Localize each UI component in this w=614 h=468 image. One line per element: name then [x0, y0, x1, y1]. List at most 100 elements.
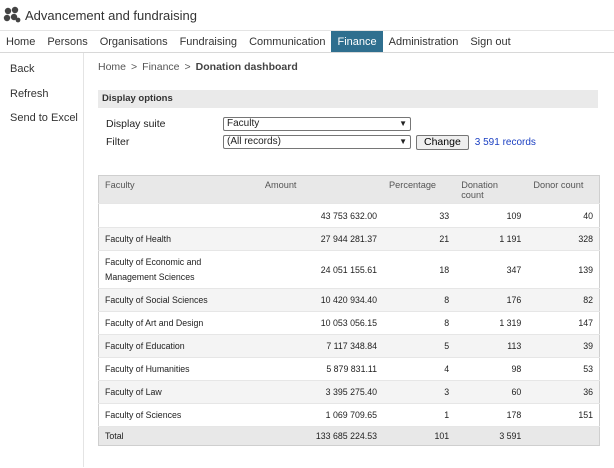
cell-amount: 43 753 632.00 — [258, 203, 384, 228]
cell-faculty: Faculty of Social Sciences — [98, 288, 259, 312]
cell-donor-count: 39 — [527, 334, 600, 358]
filter-select[interactable]: (All records) ▼ — [223, 135, 411, 149]
table-total-row: Total 133 685 224.53 101 3 591 — [98, 426, 600, 446]
cell-donation-count: 109 — [455, 203, 528, 228]
change-button[interactable]: Change — [416, 134, 469, 150]
cell-donor-count: 151 — [527, 403, 600, 427]
total-donor-count — [527, 426, 600, 446]
filter-label: Filter — [106, 136, 130, 148]
total-donation-count: 3 591 — [455, 426, 528, 446]
breadcrumb-current: Donation dashboard — [195, 61, 298, 73]
cell-percentage: 18 — [383, 250, 456, 289]
cell-faculty: Faculty of Humanities — [98, 357, 259, 381]
menu-communication[interactable]: Communication — [243, 31, 331, 52]
col-faculty[interactable]: Faculty — [98, 175, 259, 204]
back-link[interactable]: Back — [0, 61, 83, 86]
cell-donation-count: 98 — [455, 357, 528, 381]
cell-amount: 3 395 275.40 — [258, 380, 384, 404]
cell-faculty: Faculty of Law — [98, 380, 259, 404]
left-nav: Back Refresh Send to Excel — [0, 53, 84, 467]
cell-percentage: 8 — [383, 288, 456, 312]
main-menu: Home Persons Organisations Fundraising C… — [0, 31, 614, 53]
cell-faculty: Faculty of Health — [98, 227, 259, 251]
menu-home[interactable]: Home — [0, 31, 41, 52]
display-suite-value: Faculty — [227, 118, 260, 129]
breadcrumb-separator: > — [184, 61, 191, 73]
cell-amount: 24 051 155.61 — [258, 250, 384, 289]
menu-organisations[interactable]: Organisations — [94, 31, 174, 52]
table-row: Faculty of Social Sciences 10 420 934.40… — [98, 288, 600, 312]
cell-donor-count: 82 — [527, 288, 600, 312]
col-donor-count[interactable]: Donor count — [527, 175, 600, 204]
table-header-row: Faculty Amount Percentage Donation count… — [98, 175, 600, 204]
table-row: Faculty of Law 3 395 275.40 3 60 36 — [98, 380, 600, 404]
table-row: Faculty of Humanities 5 879 831.11 4 98 … — [98, 357, 600, 381]
cell-donor-count: 139 — [527, 250, 600, 289]
cell-amount: 1 069 709.65 — [258, 403, 384, 427]
col-donation-count[interactable]: Donation count — [455, 175, 528, 204]
cell-amount: 5 879 831.11 — [258, 357, 384, 381]
cell-percentage: 33 — [383, 203, 456, 228]
cell-donor-count: 53 — [527, 357, 600, 381]
cell-donation-count: 1 191 — [455, 227, 528, 251]
cell-donation-count: 60 — [455, 380, 528, 404]
send-to-excel-link[interactable]: Send to Excel — [0, 110, 83, 135]
main-content: Home > Finance > Donation dashboard Display … — [84, 53, 614, 467]
cell-donation-count: 176 — [455, 288, 528, 312]
cell-donation-count: 1 319 — [455, 311, 528, 335]
cell-percentage: 1 — [383, 403, 456, 427]
filter-row: Filter (All records) ▼ Change 3 591 reco… — [106, 134, 606, 150]
table-row: Faculty of Economic and Management Scien… — [98, 250, 600, 289]
display-suite-row: Display suite Faculty ▼ — [106, 116, 606, 132]
table-row: Faculty of Health 27 944 281.37 21 1 191… — [98, 227, 600, 251]
cell-donor-count: 36 — [527, 380, 600, 404]
cell-donor-count: 147 — [527, 311, 600, 335]
filter-value: (All records) — [227, 136, 281, 147]
total-amount: 133 685 224.53 — [258, 426, 384, 446]
table-row: Faculty of Sciences 1 069 709.65 1 178 1… — [98, 403, 600, 427]
chevron-down-icon: ▼ — [399, 137, 407, 146]
breadcrumb-home[interactable]: Home — [98, 61, 126, 73]
cell-percentage: 4 — [383, 357, 456, 381]
table-row: 43 753 632.00 33 109 40 — [98, 203, 600, 228]
app-title: Advancement and fundraising — [25, 7, 198, 23]
cell-percentage: 8 — [383, 311, 456, 335]
cell-donation-count: 347 — [455, 250, 528, 289]
breadcrumb: Home > Finance > Donation dashboard — [98, 61, 614, 77]
display-suite-select[interactable]: Faculty ▼ — [223, 117, 411, 131]
breadcrumb-finance[interactable]: Finance — [142, 61, 179, 73]
cell-amount: 27 944 281.37 — [258, 227, 384, 251]
title-bar: Advancement and fundraising — [0, 0, 614, 31]
menu-fundraising[interactable]: Fundraising — [174, 31, 243, 52]
cell-donor-count: 328 — [527, 227, 600, 251]
donation-table: Faculty Amount Percentage Donation count… — [98, 175, 600, 446]
table-row: Faculty of Education 7 117 348.84 5 113 … — [98, 334, 600, 358]
cell-donor-count: 40 — [527, 203, 600, 228]
chevron-down-icon: ▼ — [399, 119, 407, 128]
total-label: Total — [98, 426, 259, 446]
menu-administration[interactable]: Administration — [383, 31, 465, 52]
total-percentage: 101 — [383, 426, 456, 446]
cell-percentage: 5 — [383, 334, 456, 358]
menu-sign-out[interactable]: Sign out — [464, 31, 516, 52]
cell-donation-count: 113 — [455, 334, 528, 358]
display-options-header: Display options — [98, 90, 598, 108]
cell-faculty — [98, 203, 259, 228]
display-suite-label: Display suite — [106, 118, 166, 130]
cell-amount: 7 117 348.84 — [258, 334, 384, 358]
cell-faculty: Faculty of Education — [98, 334, 259, 358]
menu-finance[interactable]: Finance — [331, 31, 383, 52]
cell-faculty: Faculty of Sciences — [98, 403, 259, 427]
table-row: Faculty of Art and Design 10 053 056.15 … — [98, 311, 600, 335]
col-percentage[interactable]: Percentage — [383, 175, 456, 204]
menu-persons[interactable]: Persons — [41, 31, 93, 52]
cell-percentage: 21 — [383, 227, 456, 251]
app-logo-icon — [3, 6, 21, 23]
cell-faculty: Faculty of Economic and Management Scien… — [98, 250, 259, 289]
col-amount[interactable]: Amount — [258, 175, 384, 204]
cell-percentage: 3 — [383, 380, 456, 404]
refresh-link[interactable]: Refresh — [0, 86, 83, 111]
records-count-link[interactable]: 3 591 records — [475, 137, 536, 148]
cell-faculty: Faculty of Art and Design — [98, 311, 259, 335]
breadcrumb-separator: > — [131, 61, 138, 73]
